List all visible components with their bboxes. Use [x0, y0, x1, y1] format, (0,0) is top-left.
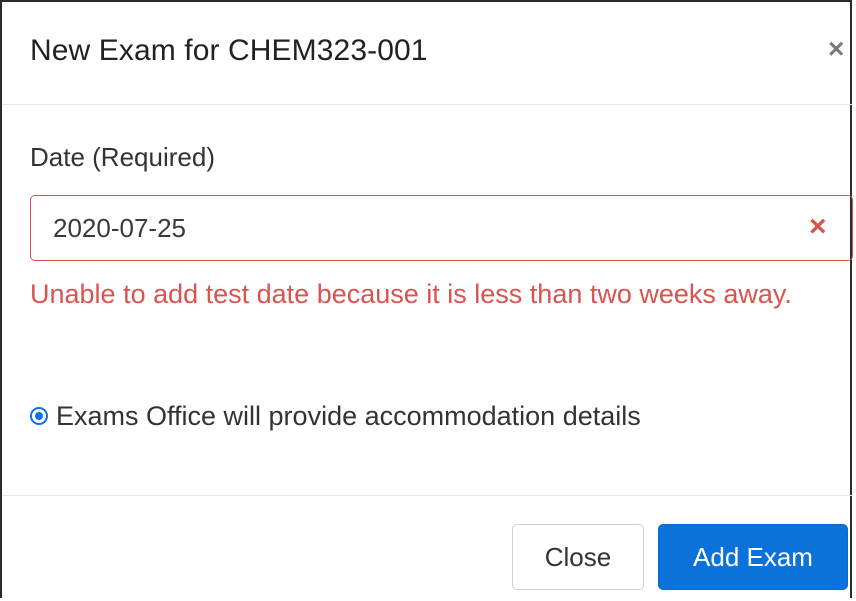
date-error-message: Unable to add test date because it is le…	[30, 279, 792, 309]
accommodation-option-label: Exams Office will provide accommodation …	[56, 400, 641, 431]
date-label: Date (Required)	[30, 142, 215, 172]
add-exam-button[interactable]: Add Exam	[658, 524, 848, 590]
close-icon[interactable]: ×	[828, 34, 844, 64]
date-field: ×	[30, 195, 853, 261]
dialog-title: New Exam for CHEM323-001	[30, 34, 428, 67]
accommodation-option[interactable]: Exams Office will provide accommodation …	[30, 398, 641, 434]
accommodation-radio[interactable]	[30, 407, 48, 425]
date-input[interactable]	[53, 212, 753, 244]
new-exam-dialog: New Exam for CHEM323-001 × Date (Require…	[0, 0, 853, 601]
error-x-icon: ×	[809, 210, 827, 243]
dialog-footer: Close Add Exam	[2, 495, 852, 601]
close-button[interactable]: Close	[512, 524, 644, 590]
dialog-header: New Exam for CHEM323-001 ×	[2, 2, 852, 105]
